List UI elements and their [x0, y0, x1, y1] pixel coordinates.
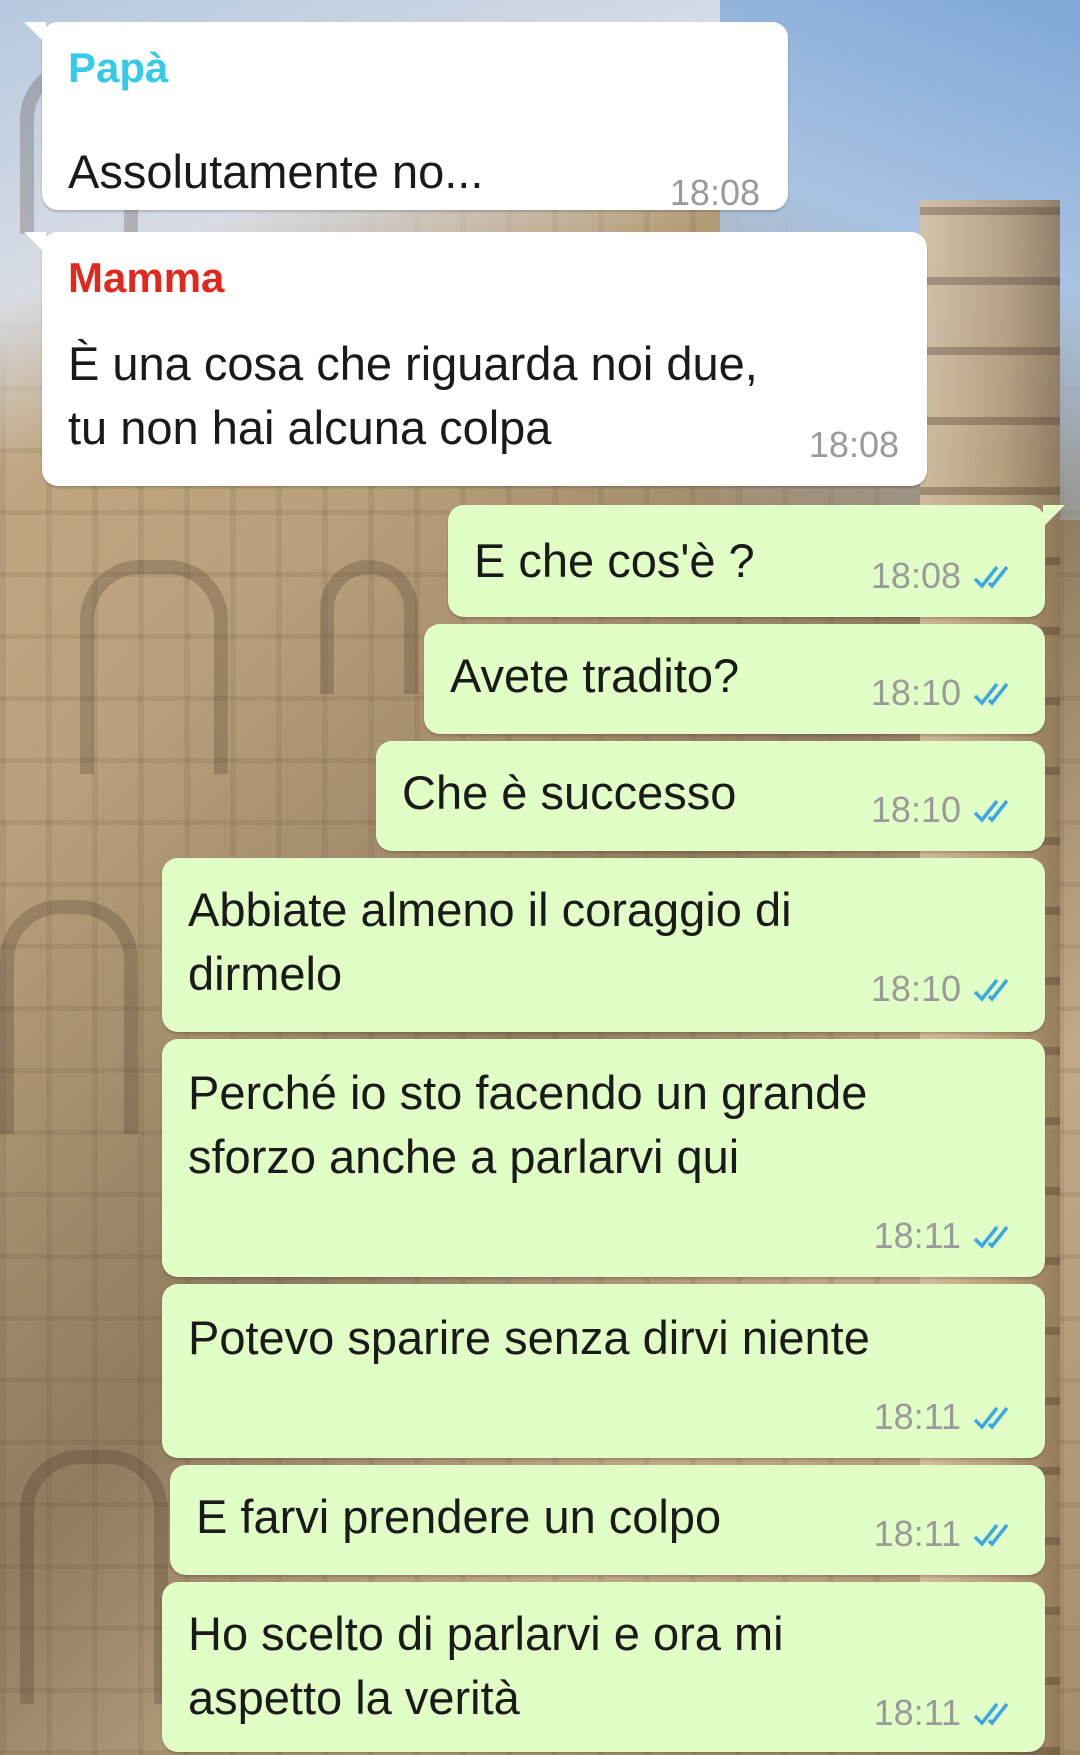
sender-name: Papà: [68, 44, 169, 91]
message-time: 18:11: [873, 1692, 961, 1733]
message-time: 18:11: [873, 1396, 961, 1437]
outgoing-message[interactable]: Perché io sto facendo un grande sforzo a…: [162, 1039, 1045, 1277]
message-text-line: Che è successo: [402, 766, 737, 819]
message-time: 18:10: [870, 672, 961, 713]
read-receipt-icon: [973, 976, 1019, 1004]
message-text-line: È una cosa che riguarda noi due,: [68, 337, 758, 390]
message-text-line: Potevo sparire senza dirvi niente: [188, 1311, 870, 1364]
message-text-line: Abbiate almeno il coraggio di: [188, 883, 792, 936]
read-receipt-icon: [973, 1700, 1019, 1728]
read-receipt-icon: [973, 680, 1019, 708]
message-text-line: tu non hai alcuna colpa: [68, 401, 552, 454]
message-text-line: Avete tradito?: [450, 649, 740, 702]
message-time: 18:08: [808, 424, 899, 465]
message-time: 18:08: [669, 172, 760, 213]
outgoing-message[interactable]: Ho scelto di parlarvi e ora mi aspetto l…: [162, 1582, 1045, 1752]
message-time: 18:10: [870, 968, 961, 1009]
read-receipt-icon: [973, 1404, 1019, 1432]
message-text-line: dirmelo: [188, 947, 343, 1000]
read-receipt-icon: [973, 563, 1019, 591]
sender-name: Mamma: [68, 254, 225, 301]
read-receipt-icon: [973, 797, 1019, 825]
read-receipt-icon: [973, 1521, 1019, 1549]
message-time: 18:08: [870, 555, 961, 596]
wallpaper-arch: [20, 1450, 168, 1704]
wallpaper-arch: [0, 900, 138, 1134]
message-text-line: sforzo anche a parlarvi qui: [188, 1130, 740, 1183]
outgoing-message[interactable]: Abbiate almeno il coraggio di dirmelo 18…: [162, 858, 1045, 1032]
incoming-message[interactable]: Papà Assolutamente no... 18:08: [24, 22, 788, 213]
message-text: Assolutamente no...: [68, 145, 484, 198]
wallpaper-arch: [320, 560, 418, 694]
message-text-line: E farvi prendere un colpo: [196, 1490, 722, 1543]
outgoing-message[interactable]: Potevo sparire senza dirvi niente 18:11: [162, 1284, 1045, 1458]
read-receipt-icon: [973, 1223, 1019, 1251]
message-text-line: E che cos'è ?: [474, 534, 755, 587]
outgoing-message[interactable]: E che cos'è ? 18:08: [448, 505, 1065, 617]
message-time: 18:11: [873, 1215, 961, 1256]
message-text-line: aspetto la verità: [188, 1671, 520, 1724]
message-text-line: Perché io sto facendo un grande: [188, 1066, 868, 1119]
message-text-line: Ho scelto di parlarvi e ora mi: [188, 1607, 784, 1660]
outgoing-message[interactable]: Avete tradito? 18:10: [424, 624, 1045, 734]
message-time: 18:11: [873, 1513, 961, 1554]
incoming-message[interactable]: Mamma È una cosa che riguarda noi due, t…: [24, 232, 927, 486]
outgoing-message[interactable]: Che è successo 18:10: [376, 741, 1045, 851]
wallpaper-arch: [80, 560, 228, 774]
message-time: 18:10: [870, 789, 961, 830]
outgoing-message[interactable]: E farvi prendere un colpo 18:11: [170, 1465, 1045, 1575]
